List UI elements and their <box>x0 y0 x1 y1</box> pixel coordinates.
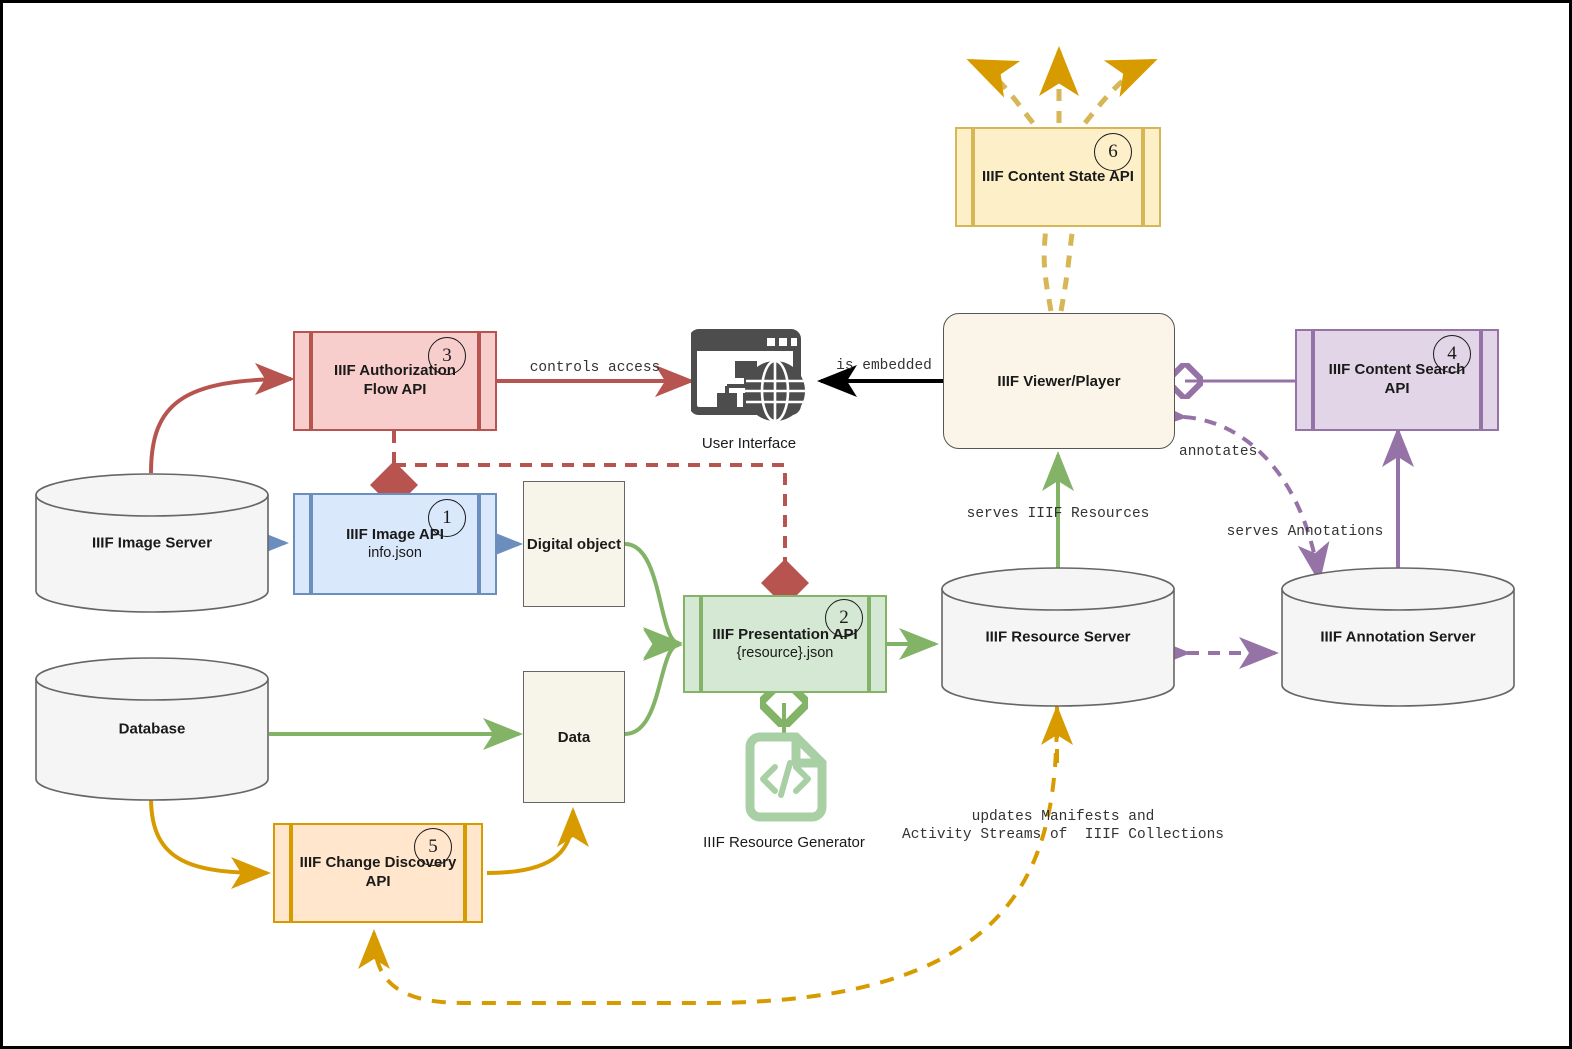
data-box[interactable]: Data <box>523 671 625 803</box>
edge-data-to-presentation <box>624 629 683 736</box>
badge-5: 5 <box>414 828 452 866</box>
edge-contentstate-out-right <box>1083 58 1158 125</box>
badge-6: 6 <box>1094 133 1132 171</box>
badge-4: 4 <box>1433 335 1471 373</box>
iiif-change-discovery-api-label: IIIF Change Discovery API <box>299 854 457 890</box>
browser-globe-icon <box>689 325 807 432</box>
user-interface-label: User Interface <box>701 435 797 452</box>
badge-2: 2 <box>825 599 863 637</box>
edge-viewer-to-contentstate-b <box>1058 226 1076 312</box>
updates-manifests-line1: updates Manifests and <box>971 809 1155 825</box>
edge-label-controls-access: controls access <box>529 360 661 376</box>
iiif-authorization-flow-api-box[interactable]: 3 IIIF Authorization Flow API <box>293 331 497 431</box>
data-label: Data <box>557 728 591 746</box>
updates-manifests-line2: Activity Streams of IIIF Collections <box>902 827 1224 844</box>
edge-label-updates-manifests: updates Manifests and Activity Streams of… <box>893 808 1233 844</box>
edge-viewer-to-contentstate-a <box>1041 226 1054 312</box>
iiif-presentation-api-box[interactable]: 2 IIIF Presentation API {resource}.json <box>683 595 887 693</box>
component-bar-right <box>477 493 481 595</box>
iiif-content-state-api-box[interactable]: 6 IIIF Content State API <box>955 127 1161 227</box>
diagram-canvas: IIIF Image Server Database IIIF Resource… <box>0 0 1572 1049</box>
component-bar-left <box>309 493 313 595</box>
iiif-resource-generator-label: IIIF Resource Generator <box>703 834 865 851</box>
iiif-image-api-subtitle: info.json <box>367 545 422 562</box>
edge-changediscovery-to-data <box>486 807 589 875</box>
edge-imageserver-to-auth <box>149 363 295 474</box>
iiif-image-api-title: IIIF Image API <box>346 525 444 543</box>
iiif-authorization-flow-api-label: IIIF Authorization Flow API <box>334 362 456 398</box>
digital-object-label: Digital object <box>526 535 622 553</box>
iiif-viewer-player-box[interactable]: IIIF Viewer/Player <box>943 313 1175 449</box>
iiif-content-state-api-label: IIIF Content State API <box>982 167 1134 185</box>
edge-contentstate-out-left <box>966 58 1035 125</box>
digital-object-box[interactable]: Digital object <box>523 481 625 607</box>
badge-1: 1 <box>428 499 466 537</box>
edge-label-annotates: annotates <box>1179 444 1258 460</box>
iiif-content-search-api-box[interactable]: 4 IIIF Content Search API <box>1295 329 1499 431</box>
iiif-resource-server: IIIF Resource Server <box>941 567 1175 707</box>
edge-digitalobject-to-presentation <box>624 542 683 659</box>
iiif-viewer-player-label: IIIF Viewer/Player <box>997 372 1121 390</box>
database: Database <box>35 657 269 801</box>
iiif-change-discovery-api-box[interactable]: 5 IIIF Change Discovery API <box>273 823 483 923</box>
badge-3: 3 <box>428 337 466 375</box>
edge-annotationserver-to-viewer <box>1146 398 1330 583</box>
edge-label-serves-iiif-resources: serves IIIF Resources <box>966 506 1150 522</box>
edge-database-to-changediscovery <box>149 797 271 889</box>
iiif-annotation-server: IIIF Annotation Server <box>1281 567 1515 707</box>
edge-label-serves-annotations: serves Annotations <box>1226 524 1384 540</box>
code-document-icon <box>736 729 832 830</box>
iiif-image-server: IIIF Image Server <box>35 473 269 613</box>
iiif-image-api-box[interactable]: 1 IIIF Image API info.json <box>293 493 497 595</box>
iiif-presentation-api-subtitle: {resource}.json <box>736 645 834 662</box>
iiif-content-search-api-label: IIIF Content Search API <box>1328 361 1466 397</box>
edge-label-is-embedded: is embedded <box>836 358 932 374</box>
